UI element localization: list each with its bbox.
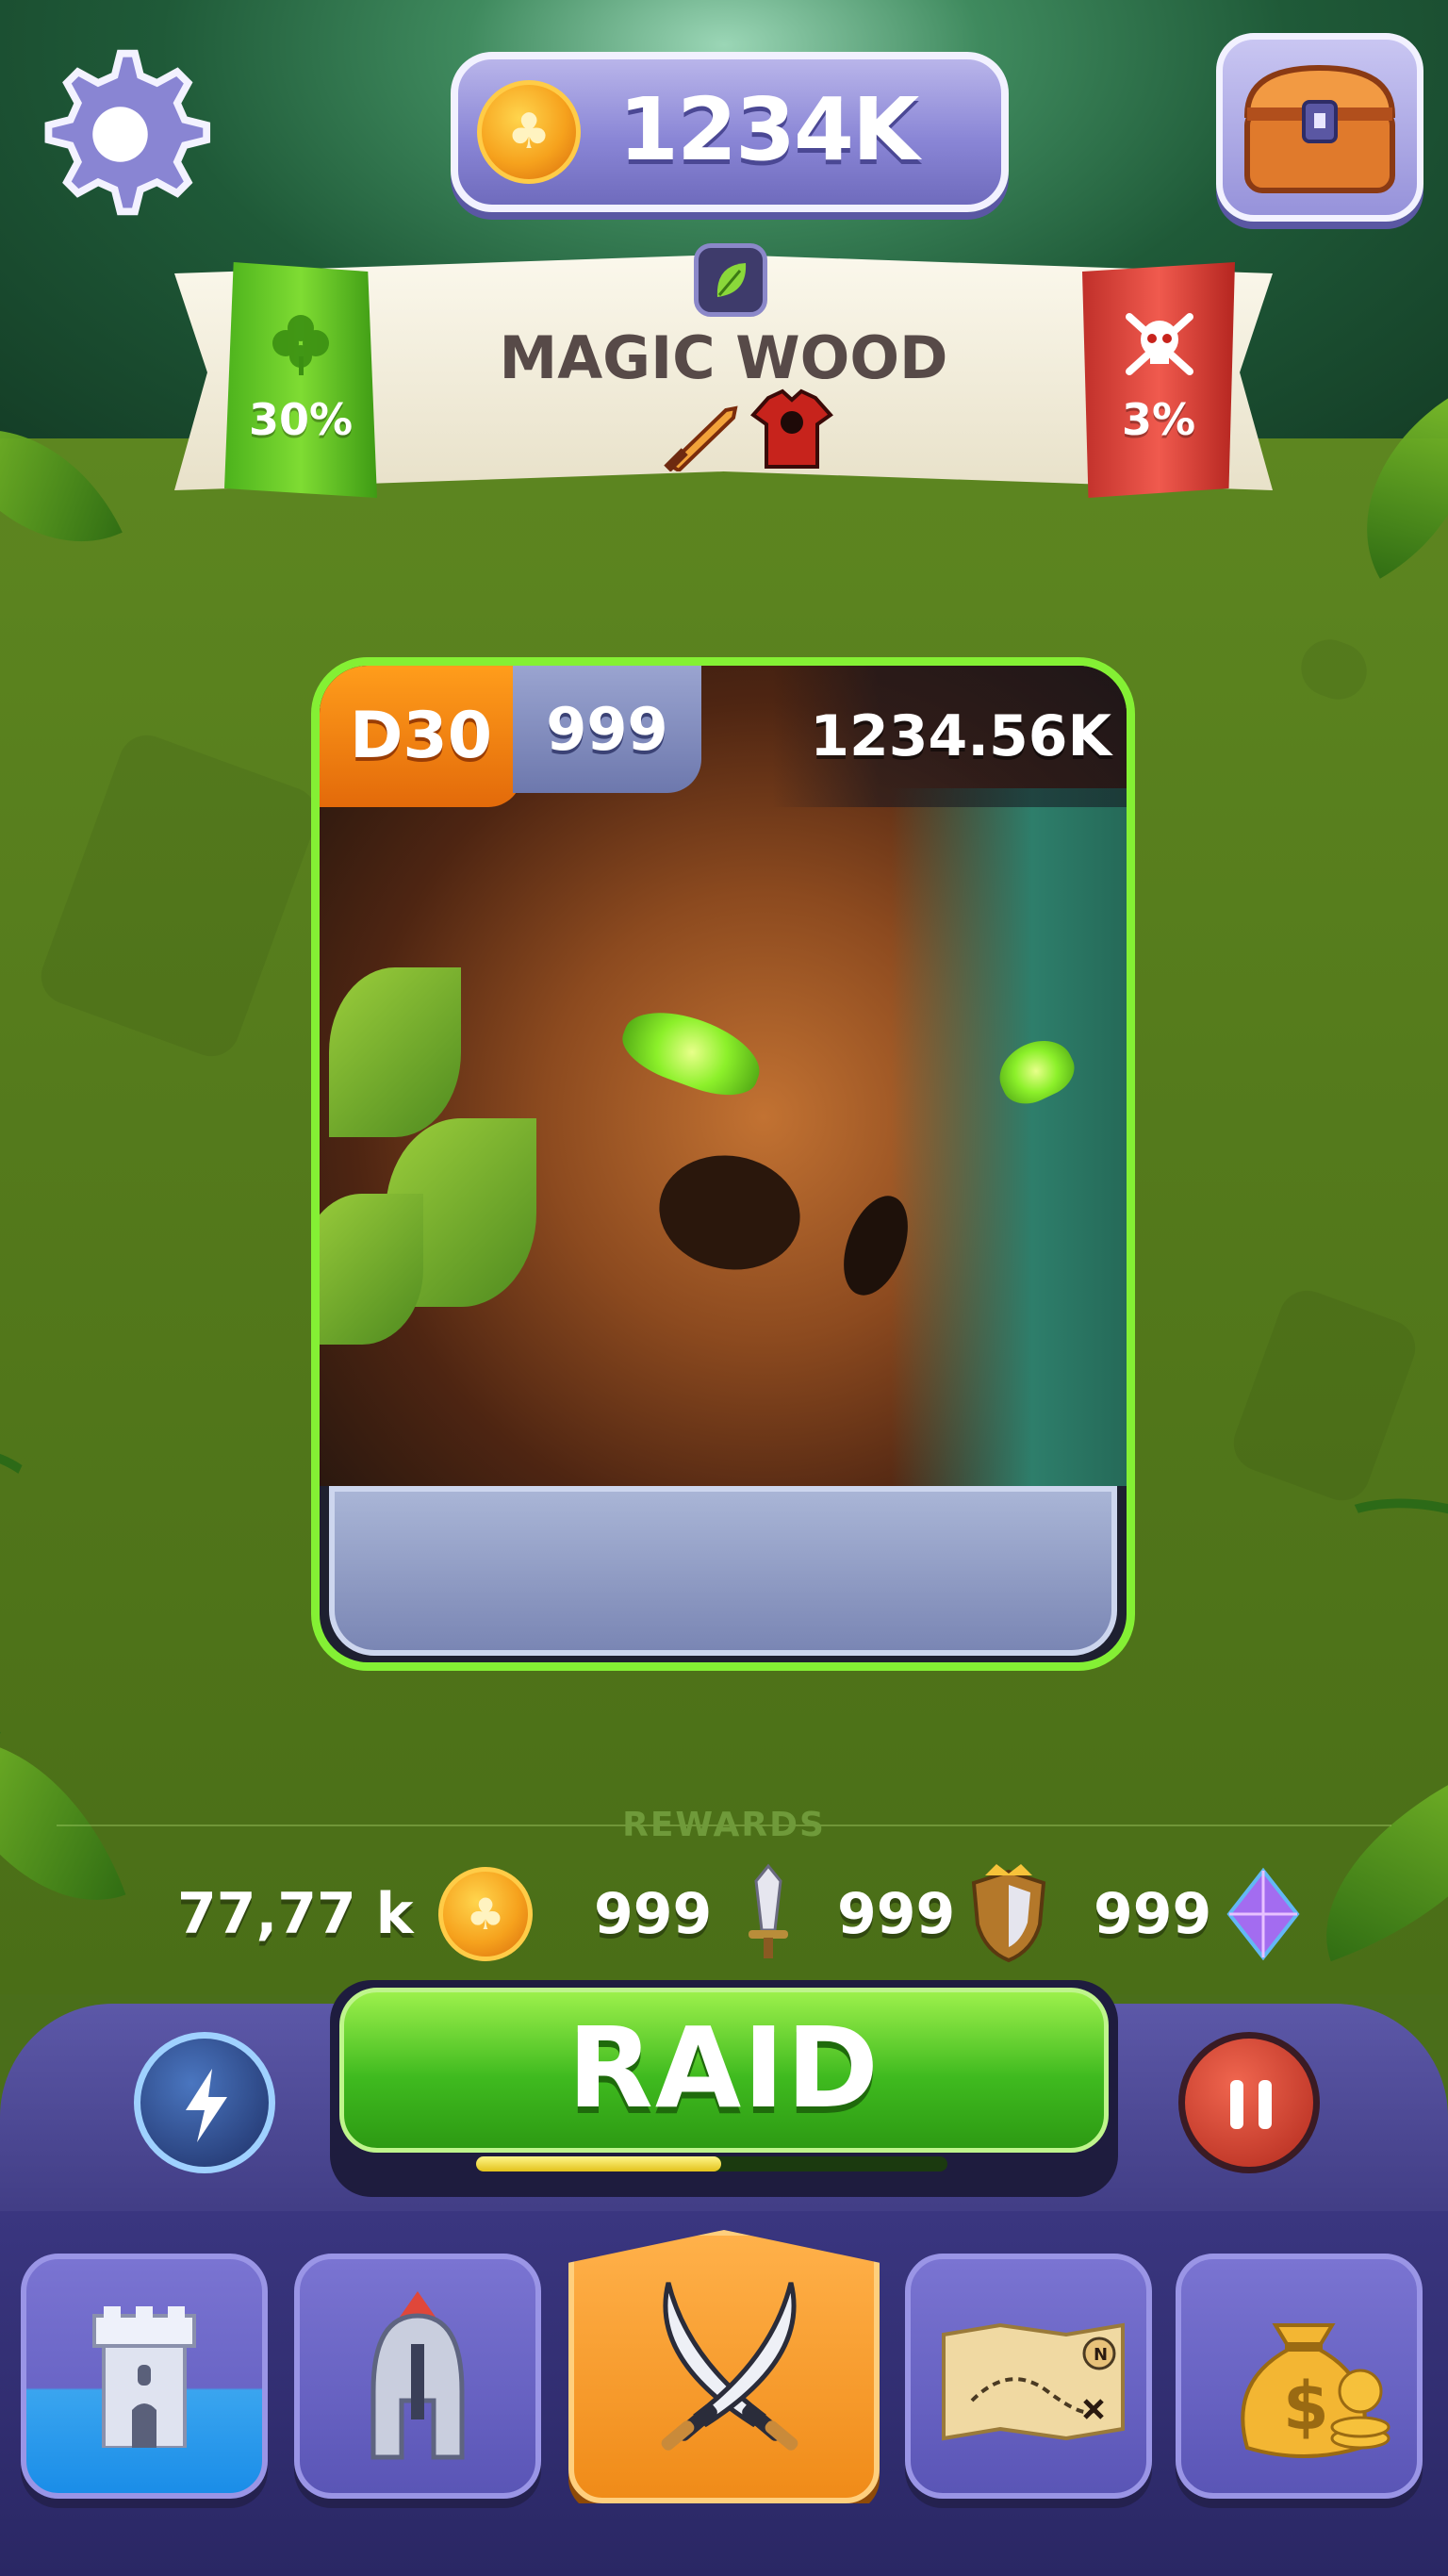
svg-text:$: $ xyxy=(1283,2368,1329,2445)
treasure-chest-icon xyxy=(1243,64,1396,193)
shield-icon xyxy=(971,1864,1046,1963)
chest-button[interactable] xyxy=(1216,33,1423,222)
level-badge: D30 xyxy=(320,666,522,807)
danger-percent: 3% xyxy=(1121,394,1196,445)
foliage-decoration xyxy=(329,967,461,1137)
pause-icon xyxy=(1230,2080,1272,2129)
monster-eye xyxy=(614,997,770,1108)
crossed-swords-icon xyxy=(661,2282,798,2451)
raid-button[interactable]: RAID xyxy=(339,1988,1109,2153)
gear-icon xyxy=(44,49,211,216)
leaf-icon xyxy=(716,263,747,297)
spartan-helmet-icon xyxy=(370,2291,465,2460)
coin-icon: ♣ xyxy=(477,80,581,184)
money-bag-icon: $ xyxy=(1241,2323,1390,2458)
nav-map-button[interactable]: N xyxy=(905,2254,1152,2499)
health-value: 1234.56K xyxy=(810,703,1111,769)
nav-shop-button[interactable]: $ xyxy=(1176,2254,1423,2499)
fire-sword-icon xyxy=(664,405,738,471)
card-info-panel xyxy=(329,1486,1117,1656)
pause-button[interactable] xyxy=(1178,2032,1320,2173)
red-armor-icon xyxy=(750,388,833,469)
raid-progress-bar xyxy=(476,2156,947,2171)
nav-battle-button[interactable] xyxy=(568,2230,880,2503)
gem-icon xyxy=(1226,1867,1300,1961)
enemy-card[interactable]: D30 999 1234.56K xyxy=(311,657,1135,1671)
nav-castle-button[interactable] xyxy=(21,2254,268,2499)
danger-ribbon: 3% xyxy=(1082,262,1235,498)
clover-icon xyxy=(272,315,329,375)
monster-nostril xyxy=(650,1144,810,1281)
coin-balance[interactable]: ♣ 1234K xyxy=(451,52,1009,212)
reward-coins-value: 77,77 k xyxy=(177,1881,414,1947)
count-badge: 999 xyxy=(513,666,701,793)
luck-ribbon: 30% xyxy=(224,262,377,498)
treasure-map-icon: N xyxy=(942,2322,1125,2441)
lightning-potion-icon xyxy=(186,2069,227,2142)
sword-icon xyxy=(749,1863,788,1958)
coin-icon: ♣ xyxy=(438,1867,533,1961)
reward-shields-value: 999 xyxy=(837,1881,956,1947)
luck-percent: 30% xyxy=(248,394,354,445)
castle-tower-icon xyxy=(92,2306,196,2448)
raid-progress-fill xyxy=(476,2156,721,2171)
reward-gems-value: 999 xyxy=(1094,1881,1212,1947)
portrait-background xyxy=(891,788,1127,1486)
nav-heroes-button[interactable] xyxy=(294,2254,541,2499)
svg-text:N: N xyxy=(1094,2345,1108,2365)
settings-button[interactable] xyxy=(28,42,212,226)
foliage-decoration xyxy=(320,1194,423,1345)
biome-badge xyxy=(694,243,767,317)
coin-amount: 1234K xyxy=(618,79,919,180)
skull-crossbones-icon xyxy=(1126,313,1193,375)
boost-button[interactable] xyxy=(134,2032,275,2173)
reward-swords-value: 999 xyxy=(594,1881,713,1947)
rewards-label: REWARDS xyxy=(622,1806,826,1844)
